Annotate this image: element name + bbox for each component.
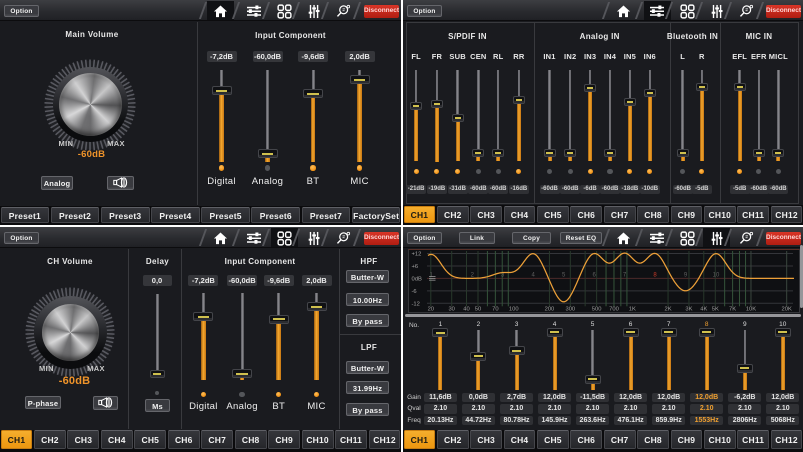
svg-text:7: 7 bbox=[623, 272, 627, 278]
svg-text:1K: 1K bbox=[629, 306, 636, 312]
svg-text:300: 300 bbox=[565, 306, 575, 312]
svg-text:-6: -6 bbox=[412, 289, 417, 295]
svg-text:7K: 7K bbox=[729, 306, 736, 312]
svg-text:+12: +12 bbox=[412, 251, 422, 257]
svg-text:8: 8 bbox=[653, 272, 657, 278]
svg-text:-12: -12 bbox=[412, 301, 420, 307]
svg-text:4: 4 bbox=[532, 272, 536, 278]
svg-text:20K: 20K bbox=[782, 306, 792, 312]
svg-text:20: 20 bbox=[428, 306, 434, 312]
svg-text:2K: 2K bbox=[665, 306, 672, 312]
svg-text:5K: 5K bbox=[712, 306, 719, 312]
svg-text:0dB: 0dB bbox=[412, 276, 422, 282]
svg-text:9: 9 bbox=[684, 272, 688, 278]
svg-text:200: 200 bbox=[545, 306, 555, 312]
svg-text:2: 2 bbox=[471, 272, 475, 278]
svg-text:40: 40 bbox=[463, 306, 469, 312]
svg-text:700: 700 bbox=[609, 306, 619, 312]
svg-text:1: 1 bbox=[429, 272, 433, 278]
svg-text:10: 10 bbox=[713, 272, 720, 278]
svg-text:3: 3 bbox=[501, 272, 505, 278]
svg-text:70: 70 bbox=[492, 306, 498, 312]
svg-text:30: 30 bbox=[448, 306, 454, 312]
svg-text:3K: 3K bbox=[685, 306, 692, 312]
svg-text:6: 6 bbox=[592, 272, 596, 278]
svg-text:+6: +6 bbox=[412, 264, 419, 270]
svg-text:50: 50 bbox=[475, 306, 481, 312]
svg-text:5: 5 bbox=[562, 272, 566, 278]
svg-text:10K: 10K bbox=[746, 306, 756, 312]
svg-text:4K: 4K bbox=[700, 306, 707, 312]
svg-text:100: 100 bbox=[509, 306, 519, 312]
svg-text:500: 500 bbox=[592, 306, 602, 312]
